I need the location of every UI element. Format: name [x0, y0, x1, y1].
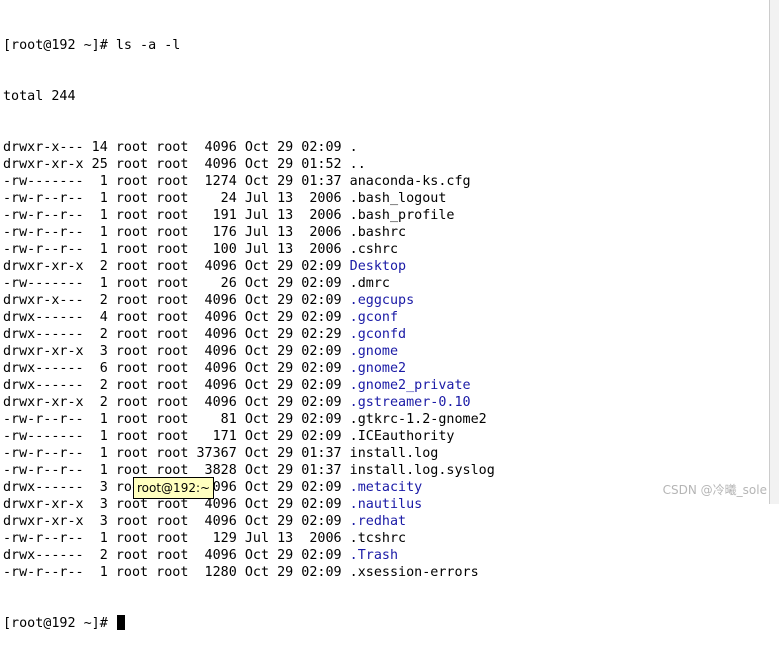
- file-meta: drwxr-xr-x 3 root root 4096 Oct 29 02:09: [3, 514, 350, 529]
- text-cursor: [116, 615, 125, 630]
- file-meta: -rw-r--r-- 1 root root 81 Oct 29 02:09: [3, 412, 350, 427]
- listing-row: -rw------- 1 root root 171 Oct 29 02:09 …: [3, 428, 769, 445]
- directory-name: .gnome2: [349, 361, 407, 376]
- file-meta: drwxr-xr-x 3 root root 4096 Oct 29 02:09: [3, 497, 350, 512]
- file-name: .gtkrc-1.2-gnome2: [349, 412, 487, 427]
- listing-row: drwx------ 6 root root 4096 Oct 29 02:09…: [3, 360, 769, 377]
- file-name: install.log.syslog: [349, 463, 495, 478]
- file-meta: -rw------- 1 root root 171 Oct 29 02:09: [3, 429, 350, 444]
- file-meta: -rw-r--r-- 1 root root 100 Jul 13 2006: [3, 242, 350, 257]
- scrollbar[interactable]: [769, 0, 779, 504]
- listing-row: -rw-r--r-- 1 root root 24 Jul 13 2006 .b…: [3, 190, 769, 207]
- listing-row: -rw-r--r-- 1 root root 37367 Oct 29 01:3…: [3, 445, 769, 462]
- listing-row: -rw------- 1 root root 26 Oct 29 02:09 .…: [3, 275, 769, 292]
- file-meta: -rw------- 1 root root 26 Oct 29 02:09: [3, 276, 350, 291]
- listing-row: drwx------ 2 root root 4096 Oct 29 02:29…: [3, 326, 769, 343]
- file-meta: drwx------ 2 root root 4096 Oct 29 02:29: [3, 327, 350, 342]
- listing-row: drwxr-xr-x 25 root root 4096 Oct 29 01:5…: [3, 156, 769, 173]
- file-meta: -rw------- 1 root root 1274 Oct 29 01:37: [3, 174, 350, 189]
- file-listing: drwxr-x--- 14 root root 4096 Oct 29 02:0…: [3, 139, 769, 581]
- listing-row: drwx------ 2 root root 4096 Oct 29 02:09…: [3, 547, 769, 564]
- file-meta: drwxr-xr-x 2 root root 4096 Oct 29 02:09: [3, 259, 350, 274]
- listing-row: drwx------ 2 root root 4096 Oct 29 02:09…: [3, 377, 769, 394]
- final-prompt: [root@192 ~]#: [3, 616, 116, 631]
- listing-row: -rw-r--r-- 1 root root 191 Jul 13 2006 .…: [3, 207, 769, 224]
- file-name: .tcshrc: [349, 531, 407, 546]
- file-meta: -rw-r--r-- 1 root root 1280 Oct 29 02:09: [3, 565, 350, 580]
- listing-row: -rw-r--r-- 1 root root 129 Jul 13 2006 .…: [3, 530, 769, 547]
- final-prompt-line: [root@192 ~]#: [3, 615, 769, 632]
- directory-name: .metacity: [349, 480, 423, 495]
- directory-name: .Trash: [349, 548, 399, 563]
- file-name: .bashrc: [349, 225, 407, 240]
- directory-name: .eggcups: [349, 293, 415, 308]
- directory-name: .gnome2_private: [349, 378, 471, 393]
- listing-row: drwxr-xr-x 3 root root 4096 Oct 29 02:09…: [3, 513, 769, 530]
- file-meta: -rw-r--r-- 1 root root 191 Jul 13 2006: [3, 208, 350, 223]
- file-meta: drwx------ 4 root root 4096 Oct 29 02:09: [3, 310, 350, 325]
- directory-name: Desktop: [349, 259, 407, 274]
- file-meta: -rw-r--r-- 1 root root 129 Jul 13 2006: [3, 531, 350, 546]
- listing-row: -rw-r--r-- 1 root root 81 Oct 29 02:09 .…: [3, 411, 769, 428]
- file-name: .bash_logout: [349, 191, 447, 206]
- listing-row: drwxr-xr-x 2 root root 4096 Oct 29 02:09…: [3, 394, 769, 411]
- listing-row: drwxr-x--- 14 root root 4096 Oct 29 02:0…: [3, 139, 769, 156]
- directory-name: .redhat: [349, 514, 407, 529]
- listing-row: drwxr-xr-x 3 root root 4096 Oct 29 02:09…: [3, 343, 769, 360]
- listing-row: -rw------- 1 root root 1274 Oct 29 01:37…: [3, 173, 769, 190]
- directory-name: .gstreamer-0.10: [349, 395, 471, 410]
- file-name: .dmrc: [349, 276, 390, 291]
- listing-row: -rw-r--r-- 1 root root 1280 Oct 29 02:09…: [3, 564, 769, 581]
- listing-row: -rw-r--r-- 1 root root 100 Jul 13 2006 .…: [3, 241, 769, 258]
- directory-name: .gconfd: [349, 327, 407, 342]
- file-meta: drwxr-xr-x 2 root root 4096 Oct 29 02:09: [3, 395, 350, 410]
- listing-row: -rw-r--r-- 1 root root 176 Jul 13 2006 .…: [3, 224, 769, 241]
- file-meta: drwxr-xr-x 3 root root 4096 Oct 29 02:09: [3, 344, 350, 359]
- file-meta: drwx------ 6 root root 4096 Oct 29 02:09: [3, 361, 350, 376]
- file-meta: drwxr-x--- 2 root root 4096 Oct 29 02:09: [3, 293, 350, 308]
- directory-name: .nautilus: [349, 497, 423, 512]
- file-name: .bash_profile: [349, 208, 455, 223]
- file-name: .xsession-errors: [349, 565, 479, 580]
- listing-row: drwxr-xr-x 2 root root 4096 Oct 29 02:09…: [3, 258, 769, 275]
- file-name: .cshrc: [349, 242, 399, 257]
- file-meta: -rw-r--r-- 1 root root 24 Jul 13 2006: [3, 191, 350, 206]
- file-meta: drwxr-xr-x 25 root root 4096 Oct 29 01:5…: [3, 157, 350, 172]
- total-line: total 244: [3, 89, 76, 104]
- listing-row: drwx------ 3 root root 4096 Oct 29 02:09…: [3, 479, 769, 496]
- command-line: [root@192 ~]# ls -a -l: [3, 38, 181, 53]
- file-name: install.log: [349, 446, 439, 461]
- file-meta: -rw-r--r-- 1 root root 3828 Oct 29 01:37: [3, 463, 350, 478]
- watermark: CSDN @冷曦_sole: [662, 483, 767, 497]
- file-meta: drwxr-x--- 14 root root 4096 Oct 29 02:0…: [3, 140, 350, 155]
- listing-row: -rw-r--r-- 1 root root 3828 Oct 29 01:37…: [3, 462, 769, 479]
- file-meta: drwx------ 2 root root 4096 Oct 29 02:09: [3, 378, 350, 393]
- file-name: ..: [349, 157, 366, 172]
- listing-row: drwxr-x--- 2 root root 4096 Oct 29 02:09…: [3, 292, 769, 309]
- directory-name: .gnome: [349, 344, 399, 359]
- terminal-output[interactable]: [root@192 ~]# ls -a -l total 244 drwxr-x…: [0, 0, 769, 631]
- listing-row: drwxr-xr-x 3 root root 4096 Oct 29 02:09…: [3, 496, 769, 513]
- directory-name: .gconf: [349, 310, 399, 325]
- file-meta: drwx------ 2 root root 4096 Oct 29 02:09: [3, 548, 350, 563]
- file-name: anaconda-ks.cfg: [349, 174, 471, 189]
- listing-row: drwx------ 4 root root 4096 Oct 29 02:09…: [3, 309, 769, 326]
- file-meta: -rw-r--r-- 1 root root 37367 Oct 29 01:3…: [3, 446, 350, 461]
- file-name: .: [349, 140, 358, 155]
- file-meta: -rw-r--r-- 1 root root 176 Jul 13 2006: [3, 225, 350, 240]
- title-tooltip: root@192:~: [133, 477, 215, 499]
- file-name: .ICEauthority: [349, 429, 455, 444]
